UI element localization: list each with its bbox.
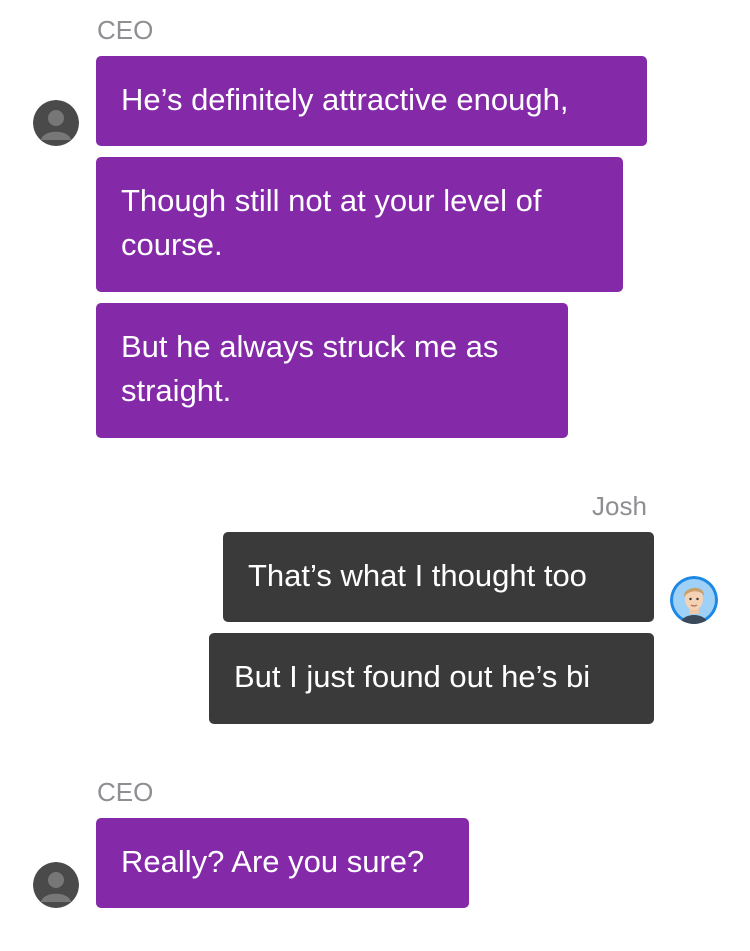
- message-bubble[interactable]: But I just found out he’s bi: [209, 633, 654, 724]
- message-bubble[interactable]: That’s what I thought too: [223, 532, 654, 622]
- sender-name-ceo: CEO: [97, 777, 154, 807]
- message-bubble[interactable]: He’s definitely attractive enough,: [96, 56, 647, 146]
- default-user-avatar-icon[interactable]: [33, 100, 79, 146]
- message-bubble[interactable]: Really? Are you sure?: [96, 818, 469, 908]
- message-bubble[interactable]: Though still not at your level of course…: [96, 157, 623, 292]
- josh-profile-avatar-icon[interactable]: [670, 576, 718, 624]
- message-bubble[interactable]: But he always struck me as straight.: [96, 303, 568, 438]
- default-user-avatar-icon[interactable]: [33, 862, 79, 908]
- sender-name-ceo: CEO: [97, 15, 154, 45]
- sender-name-josh: Josh: [592, 491, 647, 521]
